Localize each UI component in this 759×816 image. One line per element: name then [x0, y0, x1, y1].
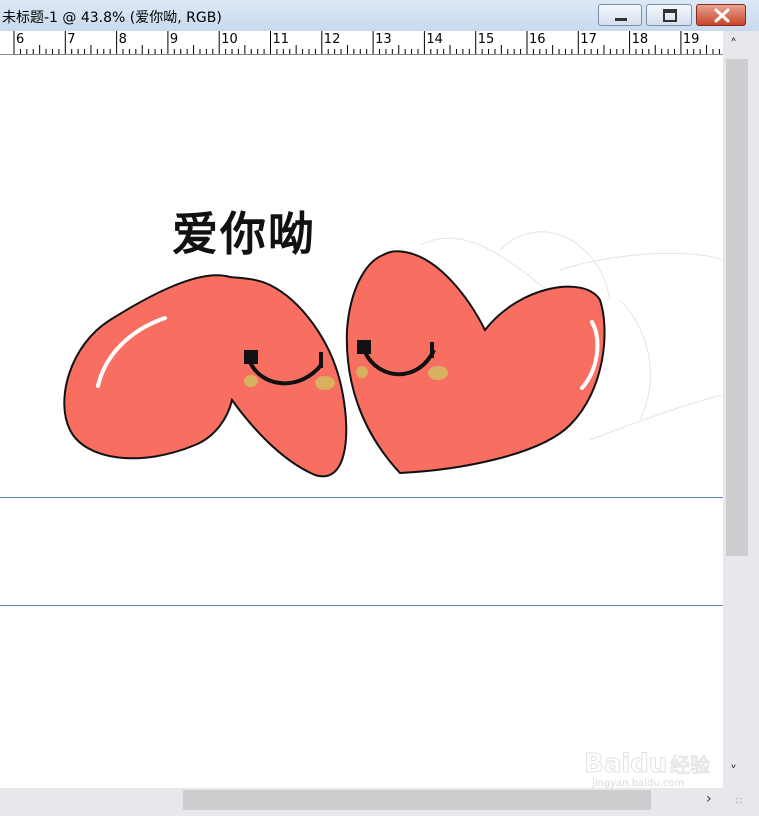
ruler-label: 6: [16, 32, 24, 47]
ruler-label: 18: [632, 32, 649, 47]
ruler-label: 15: [478, 32, 495, 47]
ruler-label: 7: [67, 32, 75, 47]
guide-line-2[interactable]: [0, 605, 723, 606]
vertical-scrollbar[interactable]: ˄ ˅: [723, 31, 759, 788]
resize-grip-icon[interactable]: ∷: [736, 796, 742, 807]
ruler-label: 9: [170, 32, 178, 47]
close-button[interactable]: [696, 4, 746, 26]
close-icon: [714, 8, 730, 23]
left-heart: [63, 274, 348, 478]
watermark-brand: Baidu: [584, 749, 667, 779]
ruler-label: 11: [273, 32, 290, 47]
artwork: 爱你呦: [63, 207, 723, 478]
scroll-up-icon[interactable]: ˄: [730, 37, 737, 53]
horizontal-ruler: 6 7 8 9 10 11 12 13 14 15 16 17 18 19: [0, 31, 725, 55]
maximize-icon: [663, 9, 677, 22]
ruler-label: 12: [324, 32, 341, 47]
love-you-text: 爱你呦: [172, 207, 316, 261]
baidu-watermark: Baidu 经验 jingyan.baidu.com: [582, 742, 722, 790]
ruler-label: 14: [426, 32, 443, 47]
watermark-url: jingyan.baidu.com: [591, 778, 684, 788]
minimize-icon: [615, 18, 627, 21]
window-title: 未标题-1 @ 43.8% (爱你呦, RGB): [2, 10, 222, 26]
ruler-label: 16: [529, 32, 546, 47]
horizontal-scroll-thumb[interactable]: [183, 790, 651, 810]
right-heart: [345, 250, 606, 475]
scroll-down-icon[interactable]: ˅: [730, 764, 737, 780]
watermark-brand-cn: 经验: [670, 753, 710, 777]
horizontal-scrollbar[interactable]: › ∷: [0, 788, 759, 816]
minimize-button[interactable]: [598, 4, 642, 26]
maximize-button[interactable]: [646, 4, 692, 26]
ruler-label: 8: [119, 32, 127, 47]
guide-line-1[interactable]: [0, 497, 723, 498]
scroll-right-icon[interactable]: ›: [706, 791, 712, 807]
ruler-label: 17: [580, 32, 597, 47]
vertical-scroll-thumb[interactable]: [726, 59, 748, 556]
title-bar[interactable]: 未标题-1 @ 43.8% (爱你呦, RGB): [0, 0, 759, 32]
document-canvas[interactable]: 爱你呦: [0, 55, 723, 788]
ruler-label: 19: [683, 32, 700, 47]
ruler-label: 10: [221, 32, 238, 47]
ruler-label: 13: [375, 32, 392, 47]
